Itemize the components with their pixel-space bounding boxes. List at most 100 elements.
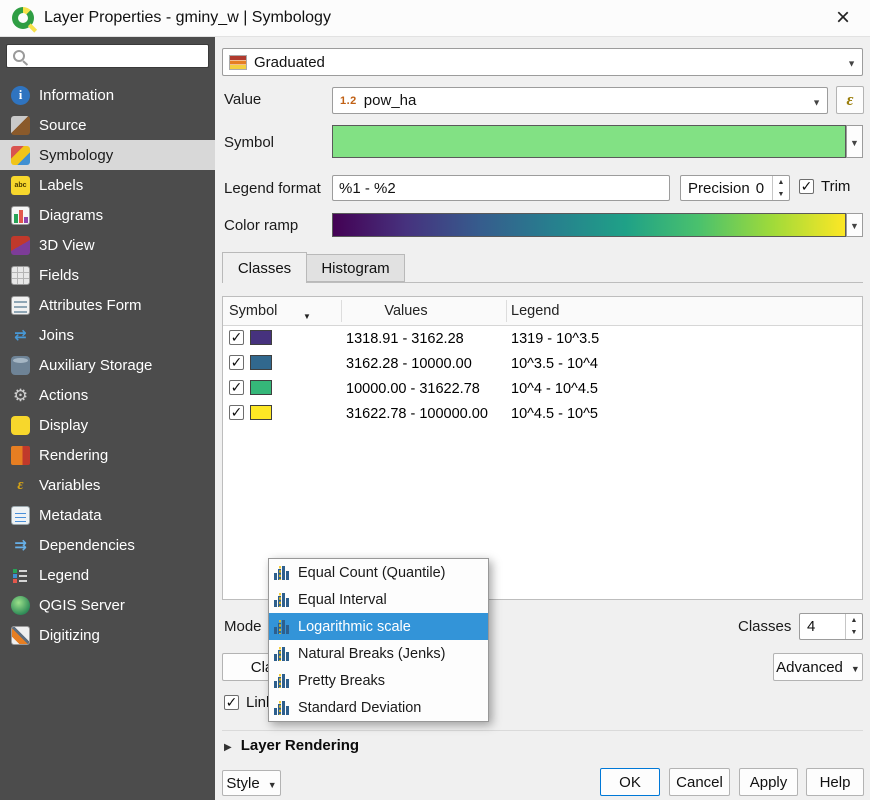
- apply-button[interactable]: Apply: [739, 768, 798, 796]
- layer-rendering-section[interactable]: Layer Rendering: [224, 737, 359, 754]
- sidebar-item-digitizing[interactable]: Digitizing: [0, 620, 215, 650]
- header-legend[interactable]: Legend: [511, 297, 559, 325]
- trim-checkbox[interactable]: [799, 179, 814, 194]
- sidebar-item-labels[interactable]: Labels: [0, 170, 215, 200]
- sidebar-item-information[interactable]: Information: [0, 80, 215, 110]
- sidebar-item-legend[interactable]: Legend: [0, 560, 215, 590]
- class-visibility-checkbox[interactable]: [229, 330, 244, 345]
- spin-down-icon[interactable]: [846, 627, 862, 640]
- mode-option-label: Natural Breaks (Jenks): [298, 646, 445, 662]
- sidebar-item-label: Source: [39, 117, 87, 134]
- table-row[interactable]: 31622.78 - 100000.0010^4.5 - 10^5: [223, 401, 862, 426]
- tab-label: Histogram: [321, 260, 389, 277]
- link-classes-checkbox[interactable]: [224, 695, 239, 710]
- sidebar-item-auxiliary-storage[interactable]: Auxiliary Storage: [0, 350, 215, 380]
- histogram-icon: [274, 620, 291, 634]
- precision-spinbox[interactable]: Precision 0: [680, 175, 790, 201]
- sidebar-item-fields[interactable]: Fields: [0, 260, 215, 290]
- value-field-combobox[interactable]: 1.2 pow_ha: [332, 87, 828, 114]
- class-values: 31622.78 - 100000.00: [346, 401, 488, 426]
- symbol-preview[interactable]: [332, 125, 846, 158]
- value-field-name: pow_ha: [364, 92, 417, 109]
- legend-format-input[interactable]: [332, 175, 670, 201]
- table-row[interactable]: 3162.28 - 10000.0010^3.5 - 10^4: [223, 351, 862, 376]
- sidebar-item-actions[interactable]: Actions: [0, 380, 215, 410]
- class-color-swatch[interactable]: [250, 330, 272, 345]
- close-button[interactable]: ×: [828, 3, 858, 33]
- cancel-button[interactable]: Cancel: [669, 768, 730, 796]
- sidebar-item-label: Labels: [39, 177, 83, 194]
- sidebar-item-label: Rendering: [39, 447, 108, 464]
- color-ramp-preview[interactable]: [332, 213, 846, 237]
- sidebar-search-input[interactable]: [6, 44, 209, 68]
- classes-spinbox[interactable]: 4: [799, 613, 863, 640]
- table-row[interactable]: 1318.91 - 3162.281319 - 10^3.5: [223, 326, 862, 351]
- mode-option-pretty-breaks[interactable]: Pretty Breaks: [269, 667, 488, 694]
- renderer-combobox[interactable]: Graduated: [222, 48, 863, 76]
- chevron-down-icon: [850, 216, 859, 234]
- sidebar-item-qgis-server[interactable]: QGIS Server: [0, 590, 215, 620]
- qgis-server-icon: [11, 596, 30, 615]
- trim-option[interactable]: Trim: [799, 178, 850, 195]
- class-visibility-checkbox[interactable]: [229, 355, 244, 370]
- ok-button[interactable]: OK: [600, 768, 660, 796]
- color-ramp-dropdown-button[interactable]: [846, 213, 863, 237]
- sidebar-item-label: Attributes Form: [39, 297, 142, 314]
- sidebar-item-display[interactable]: Display: [0, 410, 215, 440]
- advanced-button[interactable]: Advanced: [773, 653, 863, 681]
- spinner-arrows[interactable]: [845, 614, 862, 639]
- value-label: Value: [224, 91, 261, 108]
- class-visibility-checkbox[interactable]: [229, 380, 244, 395]
- decimal-field-icon: 1.2: [340, 95, 357, 107]
- sidebar-item-metadata[interactable]: Metadata: [0, 500, 215, 530]
- sidebar-item-rendering[interactable]: Rendering: [0, 440, 215, 470]
- class-color-swatch[interactable]: [250, 355, 272, 370]
- class-color-swatch[interactable]: [250, 405, 272, 420]
- column-divider: [506, 300, 507, 322]
- sidebar-item-joins[interactable]: Joins: [0, 320, 215, 350]
- mode-option-standard-deviation[interactable]: Standard Deviation: [269, 694, 488, 721]
- expression-builder-button[interactable]: ε: [836, 86, 864, 114]
- mode-option-equal-interval[interactable]: Equal Interval: [269, 586, 488, 613]
- table-header[interactable]: Symbol Values Legend: [223, 297, 862, 326]
- sidebar-nav: Information Source Symbology Labels Diagrams…: [0, 80, 215, 650]
- help-button[interactable]: Help: [806, 768, 864, 796]
- mode-option-label: Equal Interval: [298, 592, 387, 608]
- tab-histogram[interactable]: Histogram: [307, 254, 405, 282]
- spin-down-icon[interactable]: [773, 188, 789, 200]
- symbol-dropdown-button[interactable]: [846, 125, 863, 158]
- header-symbol[interactable]: Symbol: [229, 297, 277, 325]
- spinner-arrows[interactable]: [772, 176, 789, 200]
- sidebar-item-dependencies[interactable]: Dependencies: [0, 530, 215, 560]
- sidebar-item-diagrams[interactable]: Diagrams: [0, 200, 215, 230]
- sidebar-item-attributes-form[interactable]: Attributes Form: [0, 290, 215, 320]
- class-values: 3162.28 - 10000.00: [346, 351, 472, 376]
- sidebar-item-symbology[interactable]: Symbology: [0, 140, 215, 170]
- symbol-label: Symbol: [224, 134, 274, 151]
- dependencies-icon: [11, 536, 30, 555]
- table-row[interactable]: 10000.00 - 31622.7810^4 - 10^4.5: [223, 376, 862, 401]
- variables-icon: [11, 476, 30, 495]
- rendering-icon: [11, 446, 30, 465]
- class-values: 1318.91 - 3162.28: [346, 326, 464, 351]
- sidebar-item-source[interactable]: Source: [0, 110, 215, 140]
- sidebar-item-label: 3D View: [39, 237, 95, 254]
- spin-up-icon[interactable]: [846, 614, 862, 627]
- labels-icon: [11, 176, 30, 195]
- class-color-swatch[interactable]: [250, 380, 272, 395]
- mode-option-equal-count-quantile[interactable]: Equal Count (Quantile): [269, 559, 488, 586]
- chevron-down-icon: [268, 775, 277, 792]
- mode-option-natural-breaks-jenks[interactable]: Natural Breaks (Jenks): [269, 640, 488, 667]
- sidebar-item-3d-view[interactable]: 3D View: [0, 230, 215, 260]
- mode-option-logarithmic-scale[interactable]: Logarithmic scale: [269, 613, 488, 640]
- header-values[interactable]: Values: [346, 297, 466, 325]
- mode-dropdown-menu: Equal Count (Quantile) Equal Interval Loga…: [268, 558, 489, 722]
- tab-classes[interactable]: Classes: [222, 252, 307, 283]
- sidebar-item-variables[interactable]: Variables: [0, 470, 215, 500]
- histogram-icon: [274, 566, 291, 580]
- style-button[interactable]: Style: [222, 770, 281, 796]
- class-visibility-checkbox[interactable]: [229, 405, 244, 420]
- titlebar: Layer Properties - gminy_w | Symbology ×: [0, 0, 870, 37]
- joins-icon: [11, 326, 30, 345]
- spin-up-icon[interactable]: [773, 176, 789, 188]
